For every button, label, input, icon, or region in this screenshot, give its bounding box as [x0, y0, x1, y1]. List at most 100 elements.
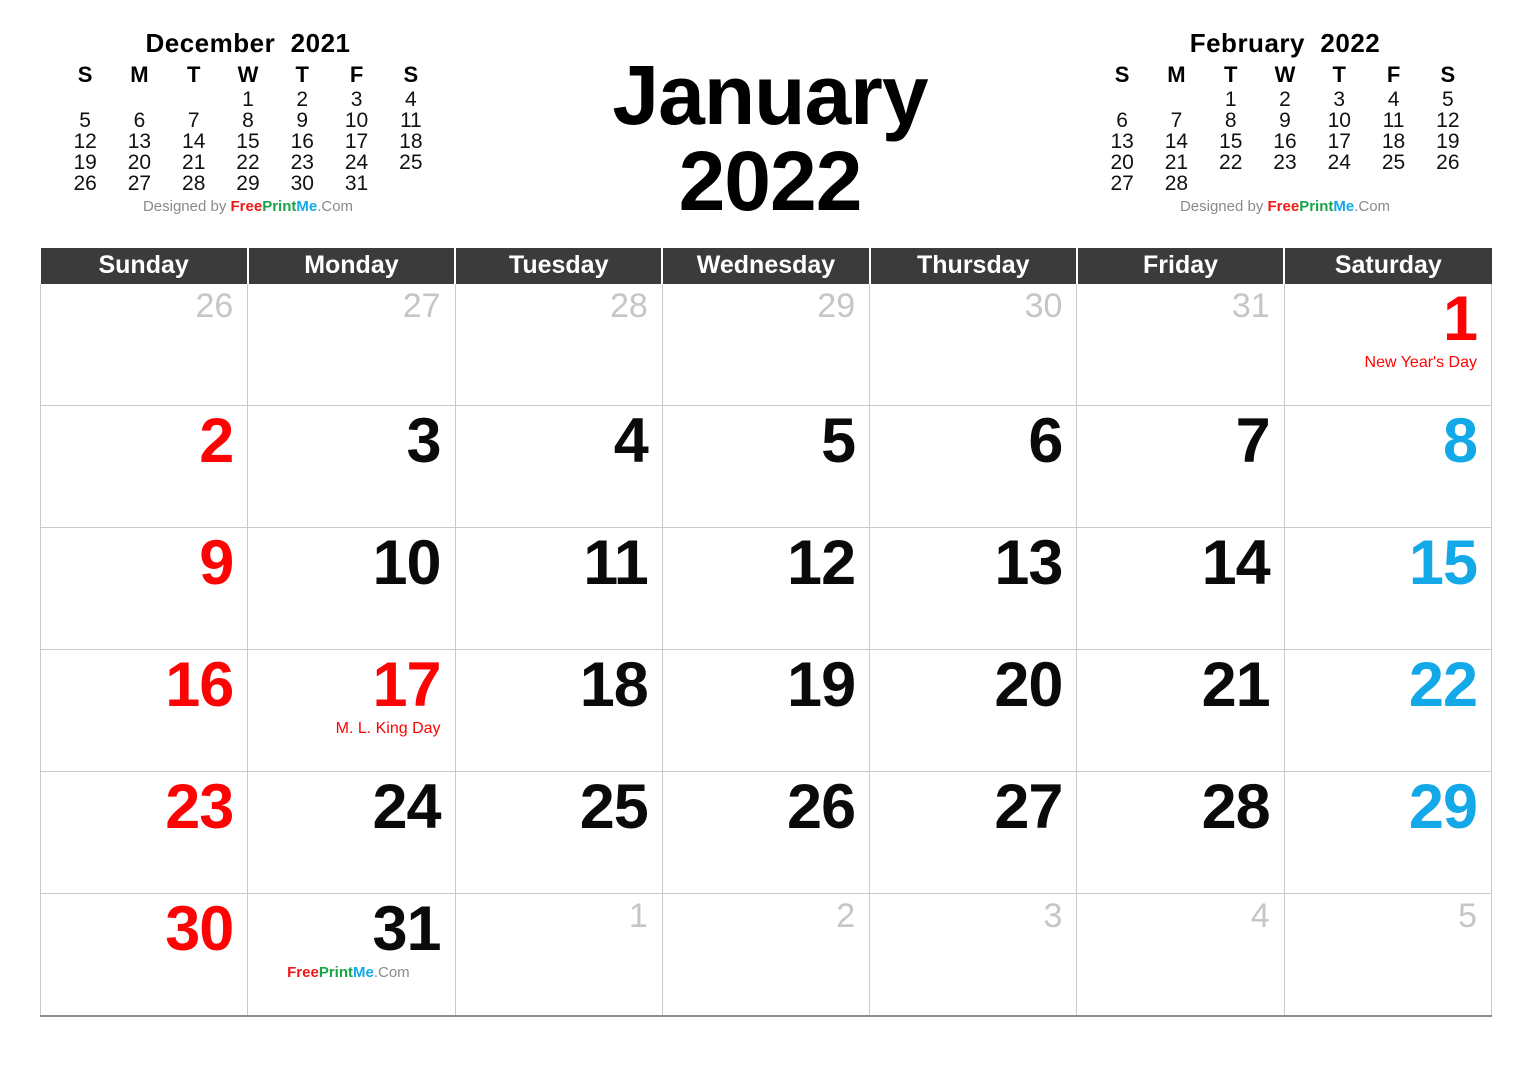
day-cell[interactable]: 29 — [662, 284, 871, 406]
weekday-header-monday: Monday — [247, 248, 457, 284]
weekday-header-friday: Friday — [1076, 248, 1286, 284]
day-cell[interactable]: 8 — [1284, 405, 1493, 528]
watermark-credit: FreePrintMe.Com — [248, 964, 454, 981]
mini-day-cell — [112, 89, 166, 110]
day-cell[interactable]: 14 — [1076, 527, 1285, 650]
day-cell[interactable]: 4 — [455, 405, 663, 528]
day-cell[interactable]: 2 — [39, 405, 249, 528]
week-row: 30 31 FreePrintMe.Com 1 2 3 4 5 — [39, 893, 1493, 1017]
day-cell[interactable]: 24 — [247, 771, 456, 894]
day-cell[interactable]: 1 New Year's Day — [1284, 284, 1493, 406]
mini-day-cell: 7 — [187, 109, 200, 132]
day-cell[interactable]: 26 — [39, 284, 249, 406]
mini-day-cell: 18 — [399, 130, 423, 153]
mini-week-row: 26 27 28 29 30 31 — [58, 173, 438, 194]
day-cell[interactable]: 27 — [247, 284, 456, 406]
mini-day-cell: 23 — [1273, 151, 1297, 174]
mini-day-cell: 19 — [73, 151, 97, 174]
mini-weekday-initial: T — [186, 62, 201, 87]
month-grid: Sunday Monday Tuesday Wednesday Thursday… — [39, 248, 1493, 1017]
day-number: 3 — [1043, 897, 1063, 935]
day-number: 14 — [1201, 528, 1271, 598]
day-cell[interactable]: 30 — [869, 284, 1078, 406]
mini-day-cell: 30 — [290, 172, 314, 195]
mini-day-cell: 5 — [1442, 88, 1454, 111]
day-number: 26 — [787, 772, 856, 842]
mini-day-cell: 24 — [344, 151, 369, 174]
day-number: 13 — [994, 528, 1063, 598]
day-cell[interactable]: 19 — [662, 649, 871, 772]
page-title-year: 2022 — [678, 134, 863, 228]
day-number: 25 — [579, 772, 649, 842]
day-number: 15 — [1408, 528, 1478, 598]
mini-day-cell: 3 — [1333, 88, 1346, 111]
designed-by-credit: Designed by FreePrintMe.Com — [58, 198, 438, 215]
mini-day-cell: 21 — [1164, 151, 1189, 174]
day-cell[interactable]: 4 — [1076, 893, 1285, 1017]
brand-me: Me — [296, 198, 318, 215]
day-cell[interactable]: 17 M. L. King Day — [247, 649, 456, 772]
brand-print: Print — [262, 198, 297, 215]
holiday-label: M. L. King Day — [335, 720, 441, 737]
mini-weekday-initial: F — [1386, 62, 1401, 87]
day-cell[interactable]: 28 — [1076, 771, 1285, 894]
mini-week-row: 6 7 8 9 10 11 12 — [1095, 110, 1475, 131]
holiday-label: New Year's Day — [1364, 354, 1477, 371]
mini-week-row: 1 2 3 4 — [58, 89, 438, 110]
day-cell[interactable]: 26 — [662, 771, 871, 894]
day-cell[interactable]: 5 — [1284, 893, 1493, 1017]
mini-day-cell: 18 — [1381, 130, 1406, 153]
day-cell[interactable]: 31 — [1076, 284, 1285, 406]
week-row: 23 24 25 26 27 28 29 — [39, 771, 1493, 894]
day-cell[interactable]: 15 — [1284, 527, 1493, 650]
mini-day-cell: 12 — [1436, 109, 1460, 132]
weekday-header-saturday: Saturday — [1284, 248, 1492, 284]
day-cell[interactable]: 21 — [1076, 649, 1285, 772]
day-cell[interactable]: 5 — [662, 405, 871, 528]
mini-day-cell: 10 — [1327, 109, 1351, 132]
mini-day-cell — [1366, 173, 1420, 194]
day-cell[interactable]: 31 FreePrintMe.Com — [247, 893, 456, 1017]
day-cell[interactable]: 30 — [39, 893, 249, 1017]
day-cell[interactable]: 29 — [1284, 771, 1493, 894]
day-cell[interactable]: 16 — [39, 649, 249, 772]
mini-day-cell: 16 — [290, 130, 314, 153]
mini-weekday-initial: W — [1274, 62, 1296, 87]
day-number: 20 — [994, 650, 1063, 720]
mini-day-cell: 22 — [236, 151, 260, 174]
day-cell[interactable]: 11 — [455, 527, 663, 650]
mini-calendar-title: December 2021 — [145, 28, 351, 58]
mini-day-cell: 17 — [1327, 130, 1351, 153]
day-cell[interactable]: 9 — [39, 527, 249, 650]
day-cell[interactable]: 27 — [869, 771, 1078, 894]
day-cell[interactable]: 10 — [247, 527, 456, 650]
mini-day-cell: 13 — [127, 130, 152, 153]
day-cell[interactable]: 18 — [455, 649, 663, 772]
day-cell[interactable]: 28 — [455, 284, 663, 406]
day-cell[interactable]: 12 — [662, 527, 871, 650]
mini-day-cell: 24 — [1327, 151, 1351, 174]
day-cell[interactable]: 25 — [455, 771, 663, 894]
day-cell[interactable]: 13 — [869, 527, 1078, 650]
mini-weekday-initial: M — [130, 62, 149, 87]
mini-day-cell: 11 — [1382, 109, 1405, 132]
mini-week-row: 19 20 21 22 23 24 25 — [58, 152, 438, 173]
day-cell[interactable]: 3 — [869, 893, 1078, 1017]
mini-week-row: 20 21 22 23 24 25 26 — [1095, 152, 1475, 173]
day-cell[interactable]: 1 — [455, 893, 663, 1017]
day-cell[interactable]: 3 — [247, 405, 456, 528]
weekday-header-sunday: Sunday — [40, 248, 249, 284]
day-cell[interactable]: 23 — [39, 771, 249, 894]
day-cell[interactable]: 20 — [869, 649, 1078, 772]
day-number: 4 — [1250, 897, 1270, 935]
day-cell[interactable]: 2 — [662, 893, 871, 1017]
mini-weekday-initial: S — [77, 62, 93, 87]
day-cell[interactable]: 22 — [1284, 649, 1493, 772]
mini-day-cell: 26 — [73, 172, 97, 195]
day-number: 8 — [1442, 406, 1478, 476]
brand-me: Me — [1333, 198, 1355, 215]
mini-day-cell: 27 — [1110, 172, 1134, 195]
weekday-header-wednesday: Wednesday — [662, 248, 871, 284]
day-cell[interactable]: 6 — [869, 405, 1078, 528]
day-cell[interactable]: 7 — [1076, 405, 1285, 528]
